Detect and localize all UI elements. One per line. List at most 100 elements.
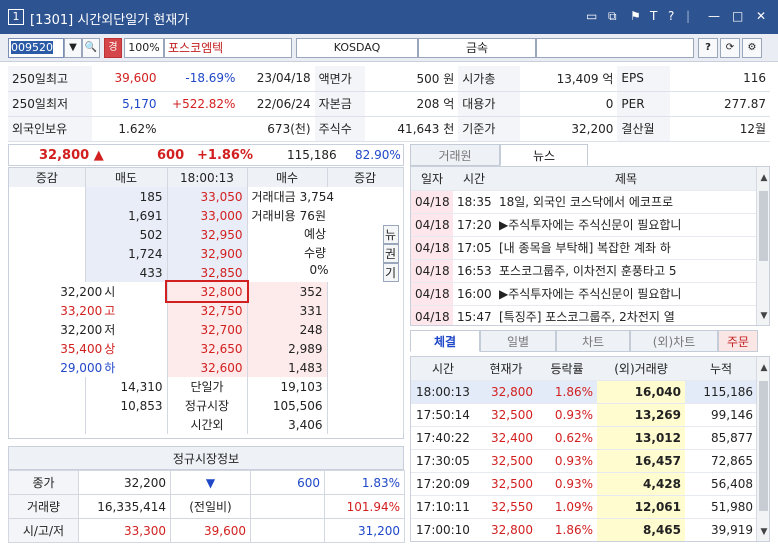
info-label[interactable]: 250일최고: [8, 66, 92, 92]
maximize-icon[interactable]: □: [732, 9, 743, 23]
news-row[interactable]: 04/18 18:35 18일, 외국인 코스닥에서 에코프로: [411, 190, 757, 214]
info-value: 23/04/18: [239, 66, 315, 92]
news-row[interactable]: 04/18 15:47 [특징주] 포스코그룹주, 2차전지 열: [411, 305, 757, 325]
news-date: 04/18: [411, 282, 453, 306]
bid-price[interactable]: 32,650: [167, 339, 248, 358]
news-row[interactable]: 04/18 17:20 ▶주식투자에는 주식신문이 필요합니: [411, 213, 757, 237]
bid-row[interactable]: 32,200 시 32,800 352: [9, 280, 404, 303]
scroll-down-icon[interactable]: ▼: [757, 311, 769, 321]
info-label[interactable]: 250일최저: [8, 91, 92, 117]
scroll-down-icon[interactable]: ▼: [757, 527, 769, 537]
ask-info-value: 0%: [309, 263, 329, 277]
refresh-icon[interactable]: ⟳: [720, 38, 740, 58]
tick-cumulative: 85,877: [685, 426, 757, 450]
scroll-up-icon[interactable]: ▲: [757, 173, 769, 183]
layout-icon[interactable]: ▭: [586, 9, 597, 23]
ask-row[interactable]: 1,691 33,000 거래비용 76원: [9, 206, 404, 225]
ticks-scrollbar[interactable]: ▲ ▼: [756, 357, 769, 541]
side-button[interactable]: 권: [382, 244, 399, 263]
bid-price[interactable]: 32,600: [167, 358, 248, 377]
news-title[interactable]: [내 종목을 부탁해] 복잡한 계좌 하: [495, 236, 757, 260]
tab-chart[interactable]: 차트: [556, 330, 630, 352]
side-button[interactable]: 뉴: [382, 225, 399, 244]
close-icon[interactable]: ✕: [756, 9, 766, 23]
window-icon[interactable]: ⧉: [608, 9, 617, 24]
info-label: 자본금: [314, 91, 366, 117]
news-title[interactable]: ▶주식투자에는 주식신문이 필요합니: [495, 282, 757, 306]
pin-icon[interactable]: ⚑: [630, 9, 641, 23]
tab-ticks[interactable]: 체결: [410, 330, 480, 352]
scroll-thumb[interactable]: [759, 381, 768, 511]
total-left: 10,853: [85, 396, 168, 415]
ask-price[interactable]: 33,000: [167, 206, 248, 225]
total-left: [85, 415, 168, 434]
chevron-down-icon[interactable]: ▼: [64, 38, 82, 58]
info-label[interactable]: PER: [617, 91, 671, 117]
help-icon[interactable]: ?: [668, 9, 674, 23]
ask-row[interactable]: 1,724 32,900 수량 권: [9, 244, 404, 263]
bid-row[interactable]: 32,200 저 32,700 248: [9, 320, 404, 339]
tab-news[interactable]: 뉴스: [500, 144, 588, 166]
scroll-thumb[interactable]: [759, 191, 768, 261]
bid-row[interactable]: 29,000 하 32,600 1,483: [9, 358, 404, 377]
bid-price[interactable]: 32,750: [167, 301, 248, 320]
regular-value: 31,200: [324, 518, 405, 543]
info-label: 주식수: [314, 116, 366, 142]
news-title[interactable]: 18일, 외국인 코스닥에서 에코프로: [495, 190, 757, 214]
ask-price[interactable]: 32,950: [167, 225, 248, 244]
news-row[interactable]: 04/18 16:00 ▶주식투자에는 주식신문이 필요합니: [411, 282, 757, 306]
tab-foreign-chart[interactable]: (외)차트: [630, 330, 718, 352]
info-label[interactable]: 결산월: [617, 116, 671, 142]
news-time: 17:05: [453, 236, 495, 260]
minimize-icon[interactable]: —: [708, 9, 720, 23]
total-spacer: [327, 396, 404, 415]
font-icon[interactable]: T: [650, 9, 657, 23]
info-value: 0: [520, 91, 618, 117]
scroll-up-icon[interactable]: ▲: [757, 363, 769, 373]
news-title[interactable]: 포스코그룹주, 이차전지 훈풍타고 5: [495, 259, 757, 283]
stock-code-input[interactable]: 009520: [8, 38, 64, 58]
info-value: 277.87: [670, 91, 770, 117]
bid-row[interactable]: 33,200 고 32,750 331: [9, 301, 404, 320]
news-scrollbar[interactable]: ▲ ▼: [756, 167, 769, 325]
margin-rate: 100%: [124, 38, 164, 58]
tick-rate: 1.09%: [537, 495, 597, 519]
divider: |: [686, 9, 691, 23]
side-button[interactable]: 기: [382, 263, 399, 282]
tick-time: 17:00:10: [411, 518, 475, 541]
news-title[interactable]: [특징주] 포스코그룹주, 2차전지 열: [495, 305, 757, 325]
ask-price[interactable]: 32,900: [167, 244, 248, 263]
tab-brokers[interactable]: 거래원: [410, 144, 500, 166]
help-button[interactable]: ?: [698, 38, 718, 58]
bid-price[interactable]: 32,800: [165, 280, 249, 303]
tick-time: 17:50:14: [411, 403, 475, 427]
ask-price[interactable]: 32,850: [167, 263, 248, 282]
info-label[interactable]: 외국인보유: [8, 116, 92, 142]
tick-volume: 8,465: [597, 518, 685, 541]
news-row[interactable]: 04/18 17:05 [내 종목을 부탁해] 복잡한 계좌 하: [411, 236, 757, 260]
ask-row[interactable]: 433 32,850 0% 기: [9, 263, 404, 282]
tab-daily[interactable]: 일별: [480, 330, 556, 352]
ask-row[interactable]: 502 32,950 예상 뉴: [9, 225, 404, 244]
tick-rate: 1.86%: [537, 518, 597, 541]
bid-price[interactable]: 32,700: [167, 320, 248, 339]
regular-session-title: 정규시장정보: [8, 446, 404, 470]
bid-change: [327, 320, 404, 339]
news-row[interactable]: 04/18 16:53 포스코그룹주, 이차전지 훈풍타고 5: [411, 259, 757, 283]
reference-price: 32,200: [60, 323, 103, 337]
ask-qty: 502: [85, 225, 168, 244]
ask-price[interactable]: 33,050: [167, 187, 248, 206]
ask-row[interactable]: 185 33,050 거래대금 3,754: [9, 187, 404, 206]
tick-cumulative: 99,146: [685, 403, 757, 427]
news-date: 04/18: [411, 236, 453, 260]
tick-price: 32,500: [475, 472, 537, 496]
bid-row[interactable]: 35,400 상 32,650 2,989: [9, 339, 404, 358]
news-header: 일자: [411, 167, 453, 191]
info-value: 673(천): [239, 116, 315, 142]
search-icon[interactable]: 🔍: [82, 38, 100, 58]
info-label[interactable]: EPS: [617, 66, 671, 92]
orderbook-header: 증감: [9, 168, 86, 187]
order-button[interactable]: 주문: [718, 330, 758, 352]
settings-icon[interactable]: ⚙: [742, 38, 762, 58]
news-title[interactable]: ▶주식투자에는 주식신문이 필요합니: [495, 213, 757, 237]
